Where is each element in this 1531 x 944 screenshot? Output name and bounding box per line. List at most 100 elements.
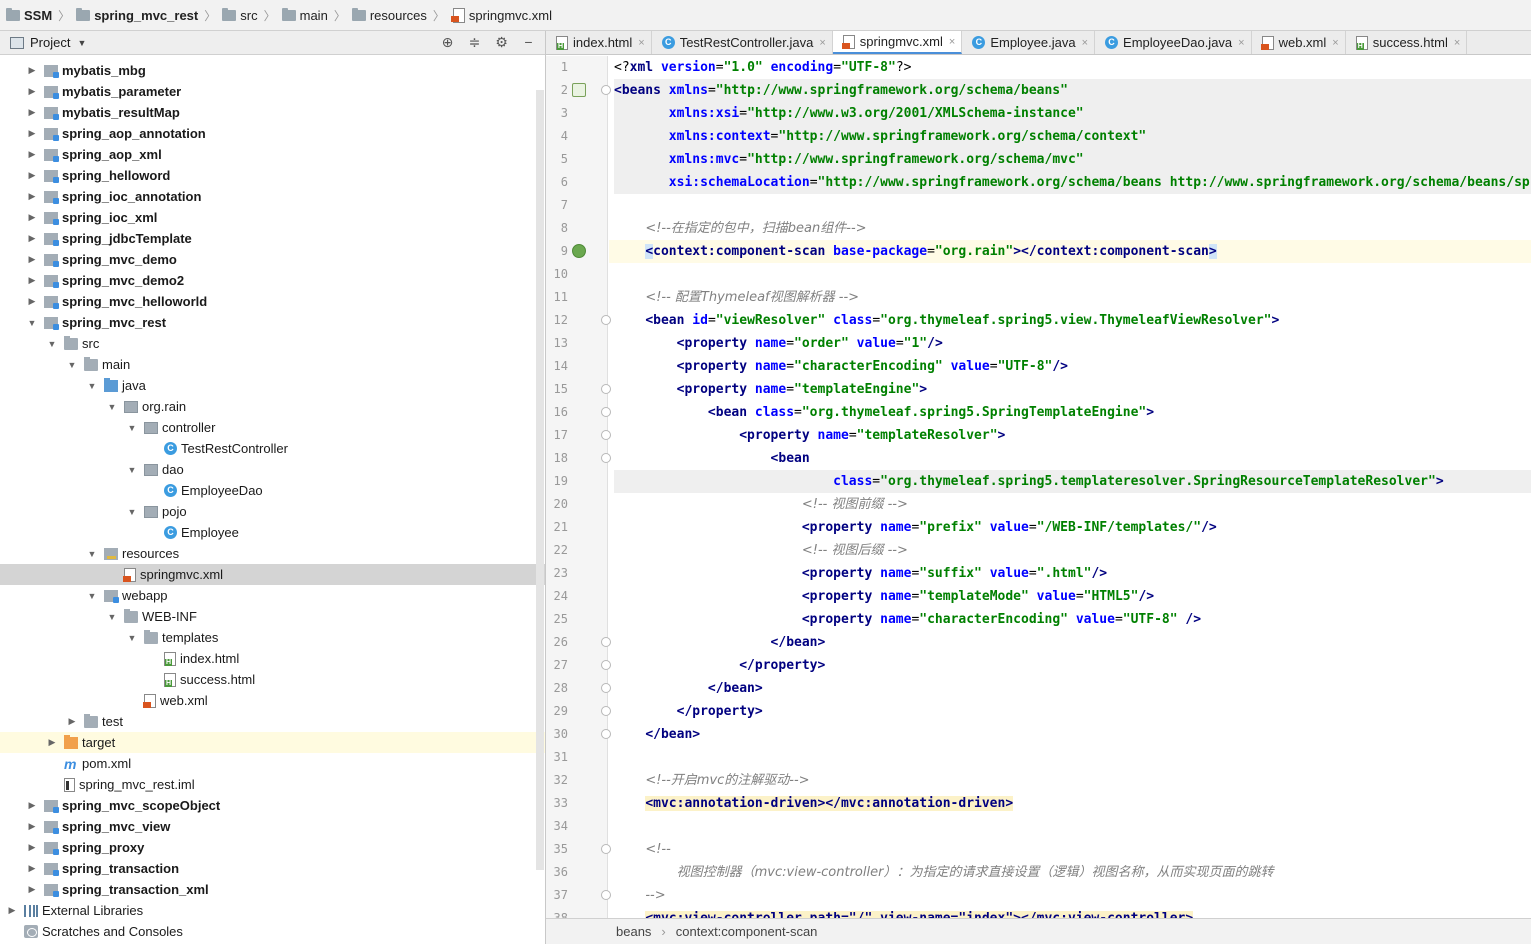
tree-item[interactable]: ▼ java [0, 375, 545, 396]
close-icon[interactable]: × [1238, 37, 1244, 49]
chevron-down-icon[interactable]: ▼ [126, 633, 138, 643]
chevron-down-icon[interactable]: ▼ [126, 465, 138, 475]
chevron-right-icon[interactable]: ▶ [26, 296, 38, 307]
tree-item[interactable]: ▶ spring_mvc_view [0, 816, 545, 837]
chevron-right-icon[interactable]: ▶ [26, 821, 38, 832]
tree-item[interactable]: ▶ spring_ioc_annotation [0, 186, 545, 207]
editor-tab[interactable]: C Employee.java × [962, 31, 1096, 54]
editor-tab[interactable]: C EmployeeDao.java × [1095, 31, 1252, 54]
tree-item[interactable]: ▶ mybatis_parameter [0, 81, 545, 102]
tree-item[interactable]: ▶ mybatis_mbg [0, 60, 545, 81]
close-icon[interactable]: × [1454, 37, 1460, 49]
chevron-right-icon[interactable]: ▶ [6, 905, 18, 916]
chevron-right-icon[interactable]: ▶ [26, 107, 38, 118]
tree-scrollbar[interactable] [536, 90, 544, 870]
tree-item[interactable]: ▶ spring_aop_annotation [0, 123, 545, 144]
editor-tab[interactable]: springmvc.xml × [832, 31, 963, 54]
chevron-right-icon[interactable]: ▶ [26, 863, 38, 874]
chevron-right-icon[interactable]: ▶ [26, 170, 38, 181]
tree-item[interactable]: web.xml [0, 690, 545, 711]
chevron-down-icon[interactable]: ▼ [46, 339, 58, 349]
chevron-down-icon[interactable]: ▼ [26, 318, 38, 328]
chevron-down-icon[interactable]: ▼ [77, 38, 86, 48]
tree-item[interactable]: ▶ spring_mvc_demo2 [0, 270, 545, 291]
tree-item[interactable]: ▶ test [0, 711, 545, 732]
tree-item[interactable]: springmvc.xml [0, 564, 545, 585]
breadcrumb-item[interactable]: main [281, 7, 328, 23]
tree-item[interactable]: ▼ pojo [0, 501, 545, 522]
chevron-right-icon[interactable]: ▶ [26, 884, 38, 895]
close-icon[interactable]: × [949, 36, 955, 48]
chevron-right-icon[interactable]: ▶ [26, 212, 38, 223]
breadcrumb-item[interactable]: src [222, 7, 258, 23]
code-editor[interactable]: <?xml version="1.0" encoding="UTF-8"?> <b… [609, 56, 1531, 918]
tree-item[interactable]: ▶ spring_mvc_scopeObject [0, 795, 545, 816]
chevron-down-icon[interactable]: ▼ [126, 507, 138, 517]
tree-item[interactable]: success.html [0, 669, 545, 690]
tree-item[interactable]: ▼ src [0, 333, 545, 354]
chevron-right-icon[interactable]: ▶ [26, 800, 38, 811]
breadcrumb-item[interactable]: resources [351, 7, 427, 23]
tree-item[interactable]: ▶ spring_mvc_helloworld [0, 291, 545, 312]
chevron-right-icon[interactable]: ▶ [26, 254, 38, 265]
tree-item[interactable]: Scratches and Consoles [0, 921, 545, 942]
tree-item[interactable]: ▼ main [0, 354, 545, 375]
tree-item[interactable]: ▶ spring_helloword [0, 165, 545, 186]
target-icon[interactable]: ⊕ [439, 34, 456, 51]
chevron-right-icon[interactable]: ▶ [26, 842, 38, 853]
chevron-right-icon[interactable]: ▶ [26, 149, 38, 160]
tree-item[interactable]: ▶ spring_ioc_xml [0, 207, 545, 228]
tree-item[interactable]: ▶ mybatis_resultMap [0, 102, 545, 123]
tree-item[interactable]: ▶ target [0, 732, 545, 753]
tree-item[interactable]: ▶ spring_jdbcTemplate [0, 228, 545, 249]
editor-tab[interactable]: success.html × [1346, 31, 1468, 54]
breadcrumb-item[interactable]: springmvc.xml [450, 8, 552, 23]
tree-item[interactable]: ▶ spring_mvc_demo [0, 249, 545, 270]
spring-bean-icon[interactable] [572, 83, 586, 97]
editor-tab[interactable]: web.xml × [1252, 31, 1346, 54]
chevron-down-icon[interactable]: ▼ [86, 591, 98, 601]
tree-item[interactable]: ▼ controller [0, 417, 545, 438]
status-crumb-component-scan[interactable]: context:component-scan [676, 924, 818, 939]
tree-item[interactable]: spring_mvc_rest.iml [0, 774, 545, 795]
tree-item[interactable]: ▶ spring_transaction [0, 858, 545, 879]
close-icon[interactable]: × [819, 37, 825, 49]
chevron-right-icon[interactable]: ▶ [26, 65, 38, 76]
tree-item[interactable]: ▶ External Libraries [0, 900, 545, 921]
tree-item[interactable]: ▼ spring_mvc_rest [0, 312, 545, 333]
tree-item[interactable]: C TestRestController [0, 438, 545, 459]
tree-item[interactable]: m pom.xml [0, 753, 545, 774]
tree-item[interactable]: ▼ templates [0, 627, 545, 648]
tree-item[interactable]: ▼ WEB-INF [0, 606, 545, 627]
close-icon[interactable]: × [1082, 37, 1088, 49]
tree-item[interactable]: C Employee [0, 522, 545, 543]
tree-item[interactable]: ▼ dao [0, 459, 545, 480]
tree-item[interactable]: C EmployeeDao [0, 480, 545, 501]
project-view-selector[interactable]: Project [30, 35, 70, 50]
spring-leaf-icon[interactable] [572, 244, 586, 258]
gear-icon[interactable]: ⚙ [493, 34, 510, 51]
chevron-right-icon[interactable]: ▶ [46, 737, 58, 748]
tree-item[interactable]: ▼ resources [0, 543, 545, 564]
breadcrumb-item[interactable]: spring_mvc_rest [76, 7, 198, 23]
breadcrumb-item[interactable]: SSM [6, 7, 52, 23]
chevron-right-icon[interactable]: ▶ [26, 275, 38, 286]
chevron-down-icon[interactable]: ▼ [66, 360, 78, 370]
chevron-down-icon[interactable]: ▼ [86, 549, 98, 559]
chevron-right-icon[interactable]: ▶ [26, 128, 38, 139]
tree-item[interactable]: ▼ org.rain [0, 396, 545, 417]
chevron-right-icon[interactable]: ▶ [26, 191, 38, 202]
chevron-right-icon[interactable]: ▶ [26, 86, 38, 97]
collapse-icon[interactable]: ≑ [466, 34, 483, 51]
tree-item[interactable]: ▶ spring_transaction_xml [0, 879, 545, 900]
tree-item[interactable]: ▶ spring_aop_xml [0, 144, 545, 165]
editor-tab[interactable]: index.html × [546, 31, 652, 54]
chevron-right-icon[interactable]: ▶ [66, 716, 78, 727]
editor-tab[interactable]: C TestRestController.java × [652, 31, 833, 54]
close-icon[interactable]: × [638, 37, 644, 49]
chevron-down-icon[interactable]: ▼ [86, 381, 98, 391]
tree-item[interactable]: ▶ spring_proxy [0, 837, 545, 858]
close-icon[interactable]: × [1332, 37, 1338, 49]
minimize-icon[interactable]: − [520, 34, 537, 51]
status-crumb-beans[interactable]: beans [616, 924, 651, 939]
